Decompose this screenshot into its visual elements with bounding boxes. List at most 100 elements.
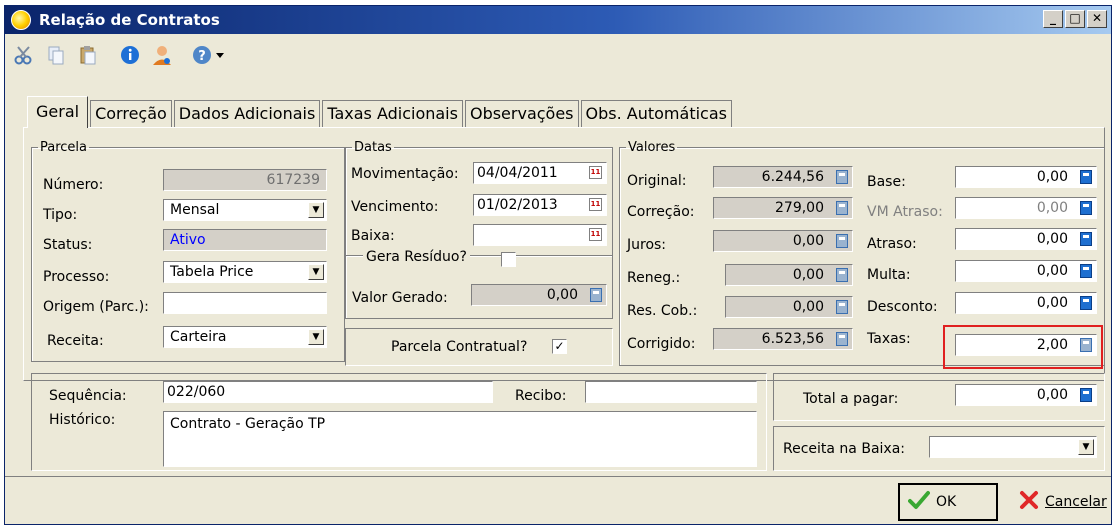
sequencia-label: Sequência: bbox=[49, 388, 127, 404]
historico-label: Histórico: bbox=[49, 412, 116, 428]
correcao-field[interactable]: 279,00 bbox=[713, 197, 853, 219]
tipo-select[interactable]: Mensal ▼ bbox=[163, 199, 327, 221]
receita-value: Carteira bbox=[170, 329, 227, 345]
reneg-label: Reneg.: bbox=[627, 270, 681, 286]
historico-textarea[interactable]: Contrato - Geração TP bbox=[163, 411, 757, 467]
total-value: 0,00 bbox=[1036, 387, 1068, 403]
desconto-field[interactable]: 0,00 bbox=[955, 292, 1097, 314]
calculator-icon bbox=[836, 234, 848, 248]
footer-separator bbox=[5, 476, 1111, 477]
check-icon bbox=[908, 490, 930, 514]
vm-atraso-value: 0,00 bbox=[1036, 200, 1068, 216]
parcela-contratual-checkbox[interactable]: ✓ bbox=[552, 339, 567, 354]
correcao-label: Correção: bbox=[627, 204, 695, 220]
original-value: 6.244,56 bbox=[761, 169, 824, 185]
contracts-window: Relação de Contratos _ □ ✕ ? Geral Corre… bbox=[4, 5, 1112, 525]
base-field[interactable]: 0,00 bbox=[955, 166, 1097, 188]
correcao-value: 279,00 bbox=[775, 200, 824, 216]
tab-taxas-adicionais[interactable]: Taxas Adicionais bbox=[322, 100, 463, 128]
processo-select[interactable]: Tabela Price ▼ bbox=[163, 261, 327, 283]
parcela-legend: Parcela bbox=[40, 140, 88, 155]
calendar-icon[interactable]: 11 bbox=[589, 198, 602, 211]
calculator-icon[interactable] bbox=[1080, 296, 1092, 310]
valor-gerado-label: Valor Gerado: bbox=[352, 290, 448, 306]
total-field[interactable]: 0,00 bbox=[955, 384, 1097, 406]
recibo-field[interactable] bbox=[585, 381, 757, 403]
calculator-icon[interactable] bbox=[1080, 232, 1092, 246]
valor-gerado-field[interactable]: 0,00 bbox=[471, 284, 607, 306]
calculator-icon[interactable] bbox=[1080, 201, 1092, 215]
gera-residuo-checkbox[interactable] bbox=[501, 252, 516, 267]
calculator-icon bbox=[836, 201, 848, 215]
paste-icon[interactable] bbox=[77, 44, 99, 66]
vm-atraso-field[interactable]: 0,00 bbox=[955, 197, 1097, 219]
atraso-label: Atraso: bbox=[867, 236, 917, 252]
juros-field[interactable]: 0,00 bbox=[713, 230, 853, 252]
sequencia-field[interactable]: 022/060 bbox=[163, 381, 493, 403]
chevron-down-icon[interactable]: ▼ bbox=[1078, 439, 1094, 455]
taxas-label: Taxas: bbox=[867, 331, 911, 347]
x-icon bbox=[1019, 490, 1039, 514]
corrigido-value: 6.523,56 bbox=[761, 331, 824, 347]
chevron-down-icon[interactable]: ▼ bbox=[308, 329, 324, 345]
dropdown-arrow-icon[interactable] bbox=[215, 44, 225, 66]
origem-label: Origem (Parc.): bbox=[43, 299, 149, 315]
original-field[interactable]: 6.244,56 bbox=[713, 166, 853, 188]
receita-select[interactable]: Carteira ▼ bbox=[163, 326, 327, 348]
tab-observacoes[interactable]: Observações bbox=[464, 100, 579, 128]
help-icon[interactable]: ? bbox=[191, 44, 213, 66]
chevron-down-icon[interactable]: ▼ bbox=[308, 202, 324, 218]
gera-residuo-label: Gera Resíduo? bbox=[363, 249, 470, 265]
scissors-icon[interactable] bbox=[13, 44, 35, 66]
cancel-label: Cancelar bbox=[1045, 494, 1107, 510]
atraso-field[interactable]: 0,00 bbox=[955, 228, 1097, 250]
tab-dados-adicionais[interactable]: Dados Adicionais bbox=[173, 100, 321, 128]
processo-label: Processo: bbox=[43, 269, 110, 285]
calculator-icon[interactable] bbox=[1080, 388, 1092, 402]
maximize-button[interactable]: □ bbox=[1065, 10, 1085, 28]
svg-text:?: ? bbox=[198, 49, 206, 64]
desconto-label: Desconto: bbox=[867, 299, 938, 315]
status-field[interactable]: Ativo bbox=[163, 229, 327, 251]
receita-baixa-select[interactable]: ▼ bbox=[929, 436, 1097, 458]
cancel-button[interactable]: Cancelar bbox=[1011, 483, 1111, 521]
numero-field[interactable]: 617239 bbox=[163, 169, 327, 191]
app-icon bbox=[11, 10, 31, 30]
reneg-field[interactable]: 0,00 bbox=[725, 264, 853, 286]
movimentacao-value: 04/04/2011 bbox=[477, 165, 558, 181]
copy-icon[interactable] bbox=[45, 44, 67, 66]
valor-gerado-value: 0,00 bbox=[546, 287, 578, 303]
calculator-icon[interactable] bbox=[1080, 264, 1092, 278]
user-icon[interactable] bbox=[151, 44, 173, 66]
origem-field[interactable] bbox=[163, 292, 327, 314]
status-label: Status: bbox=[43, 237, 93, 253]
baixa-field[interactable]: 11 bbox=[473, 224, 607, 246]
tab-geral[interactable]: Geral bbox=[27, 96, 89, 128]
receita-baixa-label: Receita na Baixa: bbox=[783, 441, 905, 457]
taxas-highlight bbox=[943, 325, 1103, 369]
reneg-value: 0,00 bbox=[792, 267, 824, 283]
corrigido-field[interactable]: 6.523,56 bbox=[713, 328, 853, 350]
total-label: Total a pagar: bbox=[803, 391, 899, 407]
chevron-down-icon[interactable]: ▼ bbox=[308, 264, 324, 280]
tab-correcao[interactable]: Correção bbox=[90, 100, 172, 128]
info-icon[interactable] bbox=[119, 44, 141, 66]
atraso-value: 0,00 bbox=[1036, 231, 1068, 247]
res-cob-field[interactable]: 0,00 bbox=[725, 296, 853, 318]
minimize-button[interactable]: _ bbox=[1043, 10, 1063, 28]
calendar-icon[interactable]: 11 bbox=[589, 228, 602, 241]
movimentacao-field[interactable]: 04/04/2011 11 bbox=[473, 162, 607, 184]
multa-value: 0,00 bbox=[1036, 263, 1068, 279]
close-button[interactable]: ✕ bbox=[1087, 10, 1107, 28]
calculator-icon[interactable] bbox=[1080, 170, 1092, 184]
multa-field[interactable]: 0,00 bbox=[955, 260, 1097, 282]
vencimento-field[interactable]: 01/02/2013 11 bbox=[473, 194, 607, 216]
movimentacao-label: Movimentação: bbox=[351, 166, 459, 182]
corrigido-label: Corrigido: bbox=[627, 336, 696, 352]
vm-atraso-label: VM Atraso: bbox=[867, 204, 943, 220]
ok-label: OK bbox=[936, 494, 957, 510]
vencimento-value: 01/02/2013 bbox=[477, 197, 558, 213]
tab-obs-automaticas[interactable]: Obs. Automáticas bbox=[580, 100, 732, 128]
calendar-icon[interactable]: 11 bbox=[589, 166, 602, 179]
ok-button[interactable]: OK bbox=[898, 483, 998, 521]
